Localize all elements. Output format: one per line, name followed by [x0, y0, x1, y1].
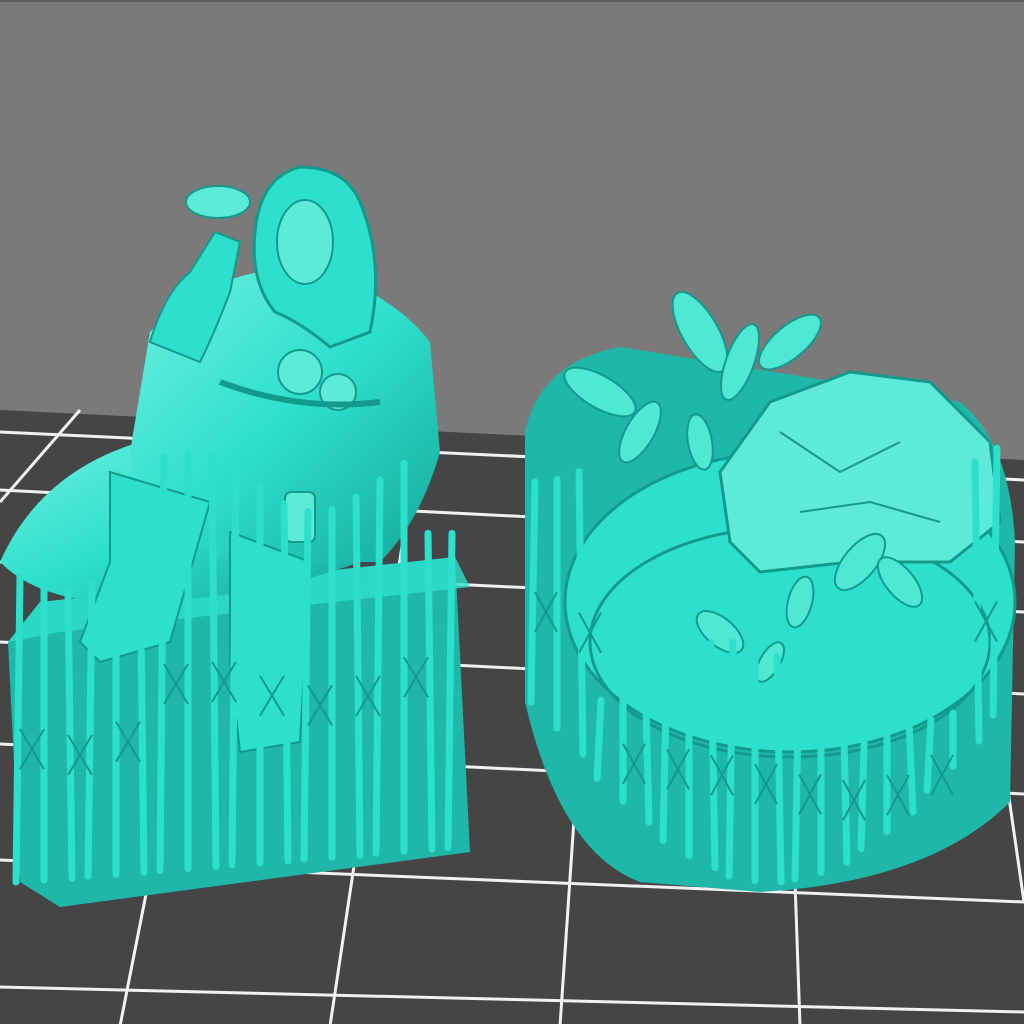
support-strut — [773, 653, 785, 886]
3d-viewport[interactable] — [0, 0, 1024, 1024]
support-strut — [444, 529, 456, 851]
support-strut — [372, 476, 384, 857]
support-strut — [905, 718, 917, 816]
support-strut — [424, 529, 436, 853]
mushroom-cap — [185, 185, 251, 219]
support-strut — [857, 706, 869, 852]
support-strut — [84, 580, 96, 880]
support-strut — [12, 572, 24, 886]
wizard-potion-1 — [277, 349, 323, 395]
support-strut — [280, 500, 292, 865]
support-strut — [641, 668, 653, 826]
support-strut — [989, 444, 1001, 719]
wizard-right-leg — [229, 530, 312, 754]
support-strut — [136, 547, 148, 876]
support-strut — [156, 453, 168, 874]
support-strut — [791, 666, 803, 883]
wizard-face — [276, 199, 334, 285]
support-strut — [659, 654, 671, 844]
print-scene[interactable] — [0, 2, 1024, 1024]
support-strut — [527, 478, 539, 706]
support-strut — [300, 508, 312, 863]
support-strut — [593, 696, 605, 782]
support-strut — [923, 716, 935, 794]
